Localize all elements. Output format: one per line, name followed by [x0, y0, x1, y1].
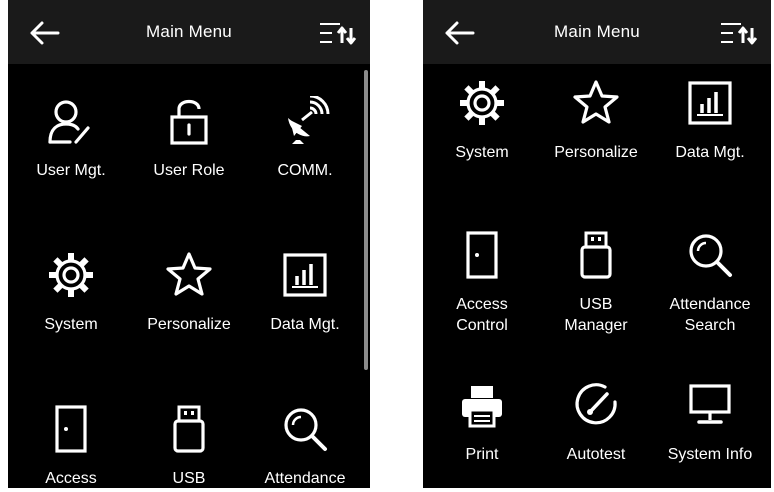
menu-item-label: System — [455, 144, 509, 161]
door-icon — [46, 404, 96, 454]
menu-item-label: Print — [465, 446, 499, 463]
chart-icon — [685, 78, 735, 128]
menu-item-label: COMM. — [277, 162, 333, 179]
menu-item-system[interactable]: System — [13, 250, 129, 362]
menu-item-access-control[interactable]: Access Control — [424, 230, 540, 342]
menu-item-autotest[interactable]: Autotest — [538, 380, 654, 488]
sort-button[interactable] — [717, 16, 761, 50]
satellite-icon — [280, 96, 330, 146]
menu-item-attendance[interactable]: Attendance — [247, 404, 363, 488]
user-icon — [46, 96, 96, 146]
menu-item-usb-manager[interactable]: USB Manager — [538, 230, 654, 342]
top-bar: Main Menu — [423, 0, 771, 64]
printer-icon — [457, 380, 507, 430]
menu-item-label: Access Control — [456, 296, 508, 334]
menu-item-label: Attendance — [264, 470, 346, 487]
menu-item-label: Personalize — [554, 144, 638, 161]
usb-icon — [164, 404, 214, 454]
gear-icon — [457, 78, 507, 128]
right-screen: Main Menu System Personalize Data Mgt. A… — [423, 0, 771, 488]
star-icon — [571, 78, 621, 128]
menu-item-label: System — [44, 316, 98, 333]
menu-item-system[interactable]: System — [424, 78, 540, 190]
left-screen: Main Menu User Mgt. User Role COMM. Syst… — [8, 0, 370, 488]
menu-item-label: Data Mgt. — [270, 316, 340, 333]
menu-item-data-mgt[interactable]: Data Mgt. — [652, 78, 768, 190]
menu-item-user-role[interactable]: User Role — [131, 96, 247, 208]
sort-icon — [721, 23, 758, 45]
star-icon — [164, 250, 214, 300]
menu-item-comm[interactable]: COMM. — [247, 96, 363, 208]
top-bar: Main Menu — [8, 0, 370, 64]
usb-icon — [571, 230, 621, 280]
menu-item-attendance-search[interactable]: Attendance Search — [652, 230, 768, 342]
autotest-icon — [571, 380, 621, 430]
gear-icon — [46, 250, 96, 300]
menu-item-label: Access — [45, 470, 97, 487]
scrollbar[interactable] — [364, 70, 368, 370]
monitor-icon — [685, 380, 735, 430]
menu-item-label: USB Manager — [564, 296, 628, 334]
menu-item-label: System Info — [667, 446, 753, 463]
door-icon — [457, 230, 507, 280]
menu-item-personalize[interactable]: Personalize — [131, 250, 247, 362]
menu-item-label: Autotest — [566, 446, 626, 463]
menu-item-label: Data Mgt. — [675, 144, 745, 161]
chart-icon — [280, 250, 330, 300]
menu-item-system-info[interactable]: System Info — [652, 380, 768, 488]
menu-item-personalize[interactable]: Personalize — [538, 78, 654, 190]
menu-item-access[interactable]: Access — [13, 404, 129, 488]
search-icon — [685, 230, 735, 280]
sort-button[interactable] — [316, 16, 360, 50]
menu-item-label: Personalize — [147, 316, 231, 333]
menu-item-data-mgt[interactable]: Data Mgt. — [247, 250, 363, 362]
menu-item-label: Attendance Search — [669, 296, 751, 334]
menu-item-print[interactable]: Print — [424, 380, 540, 488]
lock-icon — [164, 96, 214, 146]
menu-item-label: USB — [172, 470, 206, 487]
menu-item-usb[interactable]: USB — [131, 404, 247, 488]
sort-icon — [320, 23, 357, 45]
menu-item-label: User Mgt. — [36, 162, 106, 179]
menu-item-label: User Role — [153, 162, 225, 179]
search-icon — [280, 404, 330, 454]
menu-item-user-mgt[interactable]: User Mgt. — [13, 96, 129, 208]
